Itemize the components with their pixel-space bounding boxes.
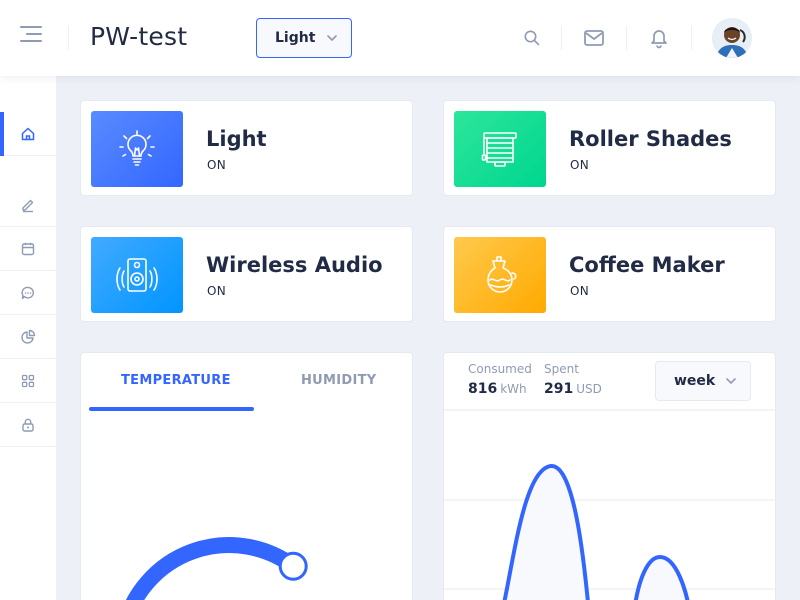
wireless-audio-card[interactable]: Wireless Audio ON [80,226,413,322]
temperature-card: TEMPERATURE HUMIDITY [80,352,413,600]
device-title: Roller Shades [569,127,732,151]
header: PW-test Light [0,0,800,76]
device-status: ON [570,158,590,172]
bell-icon[interactable] [645,24,673,52]
spent-label: Spent [544,362,579,376]
search-icon[interactable] [518,24,546,52]
device-status: ON [570,284,590,298]
edit-icon [22,199,34,212]
chevron-down-icon [726,378,736,385]
sidebar-item-grid[interactable] [0,359,56,403]
coffee-maker-tile [454,237,546,313]
sidebar-item-chart[interactable] [0,315,56,359]
period-select-value: week [674,373,716,389]
temperature-dial-knob[interactable] [278,551,308,581]
lightbulb-icon [119,130,155,166]
header-divider [561,26,562,50]
device-title: Light [206,127,267,151]
roller-shades-card[interactable]: Roller Shades ON [443,100,776,196]
consumed-value: 816 kWh [468,381,527,397]
device-title: Wireless Audio [206,253,383,277]
temperature-dial [125,537,308,600]
header-divider [68,26,69,50]
roller-shades-icon [481,132,517,167]
theme-select-value: Light [275,30,316,46]
consumed-label: Consumed [468,362,532,376]
home-icon [21,127,35,140]
sidebar-item-lock[interactable] [0,403,56,447]
spent-value: 291 USD [544,381,602,397]
coffee-maker-card[interactable]: Coffee Maker ON [443,226,776,322]
sidebar [0,76,56,600]
device-status: ON [207,158,227,172]
lock-icon [22,418,34,432]
chat-icon [21,286,34,299]
header-divider [626,26,627,50]
pie-chart-icon [21,329,36,344]
electricity-card: Consumed 816 kWh Spent 291 USD week [443,352,776,600]
sidebar-item-chat[interactable] [0,271,56,315]
calendar-icon [21,242,35,255]
roller-shades-tile [454,111,546,187]
coffee-maker-icon [487,256,517,293]
theme-select[interactable]: Light [256,18,352,58]
header-divider [691,26,692,50]
sidebar-item-edit[interactable] [0,183,56,227]
avatar[interactable] [712,18,752,58]
light-card[interactable]: Light ON [80,100,413,196]
device-status: ON [207,284,227,298]
device-title: Coffee Maker [569,253,725,277]
light-tile [91,111,183,187]
wireless-audio-tile [91,237,183,313]
menu-icon[interactable] [20,26,48,50]
chevron-down-icon [327,35,337,42]
grid-icon [21,374,35,387]
period-select[interactable]: week [655,361,751,401]
speaker-icon [116,258,158,292]
sidebar-item-calendar[interactable] [0,227,56,271]
electricity-chart [444,409,775,600]
sidebar-item-home[interactable] [0,112,56,156]
app-title: PW-test [90,22,188,51]
mail-icon[interactable] [580,24,608,52]
